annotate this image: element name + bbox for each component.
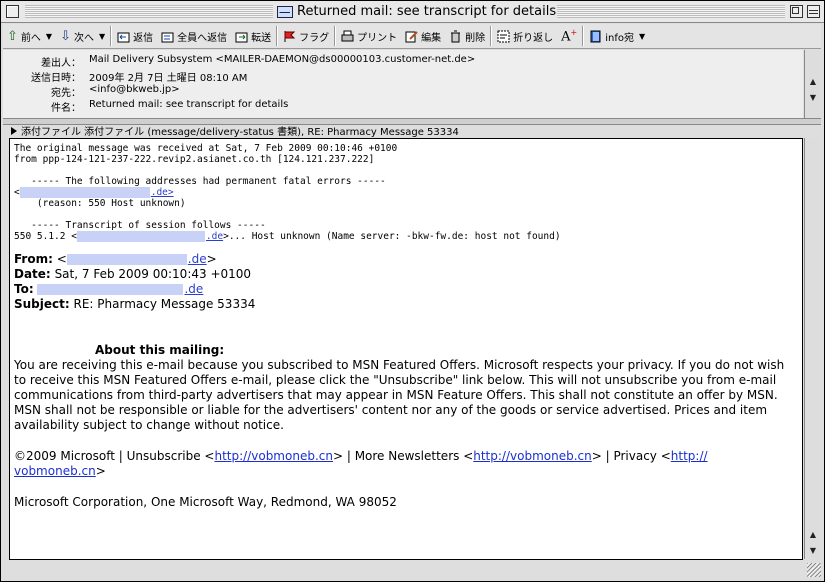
zoom-box[interactable] bbox=[790, 5, 803, 18]
transcript-line: 550 5.1.2 < .de>... Host unknown (Name se… bbox=[14, 231, 561, 242]
header-from-row: 差出人： Mail Delivery Subsystem <MAILER-DAE… bbox=[41, 54, 476, 69]
title-bar[interactable]: Returned mail: see transcript for detail… bbox=[1, 1, 824, 23]
privacy-link-cont[interactable]: vobmoneb.cn bbox=[14, 464, 96, 478]
header-to-row: 宛先： <info@bkweb.jp> bbox=[51, 84, 180, 99]
header-scrollbar[interactable]: ▲ ▼ bbox=[804, 50, 821, 118]
recipient-menu[interactable]: info宛 ▼ bbox=[585, 25, 649, 47]
failed-address-line: < .de> bbox=[14, 187, 174, 198]
bounce-line: (reason: 550 Host unknown) bbox=[14, 198, 186, 209]
up-arrow-icon: ⇧ bbox=[7, 28, 18, 44]
printer-icon bbox=[341, 30, 354, 43]
reply-all-button[interactable]: 全員へ返信 bbox=[157, 25, 231, 47]
flag-icon bbox=[283, 30, 296, 43]
inner-subject: Subject: RE: Pharmacy Message 53334 bbox=[14, 297, 256, 311]
scroll-down-arrow-icon[interactable]: ▼ bbox=[805, 543, 821, 557]
wrap-icon bbox=[497, 30, 510, 43]
newsletters-link[interactable]: http://vobmoneb.cn bbox=[473, 449, 591, 463]
resize-grip-icon[interactable] bbox=[807, 563, 821, 577]
redacted-address bbox=[76, 231, 205, 242]
font-size-button[interactable]: A+ bbox=[557, 25, 581, 47]
scroll-up-arrow-icon[interactable]: ▲ bbox=[805, 527, 821, 541]
redacted-address bbox=[19, 187, 150, 198]
redacted-address bbox=[37, 284, 184, 295]
about-paragraph: You are receiving this e-mail because yo… bbox=[14, 358, 785, 432]
inner-date: Date: Sat, 7 Feb 2009 00:10:43 +0100 bbox=[14, 267, 252, 281]
bounce-line: The original message was received at Sat… bbox=[14, 143, 398, 154]
attachment-row[interactable]: 添付ファイル 添付ファイル (message/delivery-status 書… bbox=[3, 124, 821, 138]
scroll-up-arrow-icon[interactable]: ▲ bbox=[805, 74, 821, 88]
bounce-line: from ppp-124-121-237-222.revip2.asianet.… bbox=[14, 154, 375, 165]
next-button[interactable]: ⇩ 次へ ▼ bbox=[56, 25, 109, 47]
inner-to: To: .de bbox=[14, 282, 204, 296]
flag-button[interactable]: フラグ bbox=[279, 25, 333, 47]
body-scrollbar[interactable]: ▲ ▼ bbox=[804, 138, 821, 559]
forward-icon bbox=[235, 30, 248, 43]
dropdown-triangle-icon[interactable]: ▼ bbox=[46, 32, 52, 41]
window-title: Returned mail: see transcript for detail… bbox=[277, 4, 556, 19]
delete-button[interactable]: 削除 bbox=[445, 25, 489, 47]
message-header: 差出人： Mail Delivery Subsystem <MAILER-DAE… bbox=[3, 50, 803, 118]
disclosure-triangle-icon[interactable] bbox=[11, 126, 17, 135]
inner-from: From: < .de> bbox=[14, 252, 217, 266]
collapse-box[interactable] bbox=[807, 5, 820, 18]
reply-all-icon bbox=[161, 30, 174, 43]
prev-button[interactable]: ⇧ 前へ ▼ bbox=[3, 25, 56, 47]
unsubscribe-link[interactable]: http://vobmoneb.cn bbox=[214, 449, 332, 463]
status-bar bbox=[3, 562, 821, 578]
trash-icon bbox=[449, 30, 462, 43]
wrap-button[interactable]: 折り返し bbox=[493, 25, 557, 47]
mail-icon bbox=[277, 5, 293, 18]
reply-button[interactable]: 返信 bbox=[113, 25, 157, 47]
print-button[interactable]: プリント bbox=[337, 25, 401, 47]
down-arrow-icon: ⇩ bbox=[60, 28, 71, 44]
close-box[interactable] bbox=[6, 5, 19, 18]
message-body[interactable]: The original message was received at Sat… bbox=[9, 138, 803, 560]
font-size-icon: A+ bbox=[561, 27, 578, 45]
bounce-line: ----- The following addresses had perman… bbox=[14, 176, 386, 187]
about-heading: About this mailing: bbox=[95, 343, 225, 357]
dropdown-triangle-icon[interactable]: ▼ bbox=[99, 32, 105, 41]
book-icon bbox=[589, 30, 602, 43]
redacted-address bbox=[66, 254, 187, 265]
forward-button[interactable]: 転送 bbox=[231, 25, 275, 47]
edit-icon bbox=[405, 30, 418, 43]
bounce-line: ----- Transcript of session follows ----… bbox=[14, 220, 266, 231]
privacy-link[interactable]: http:// bbox=[671, 449, 708, 463]
edit-button[interactable]: 編集 bbox=[401, 25, 445, 47]
company-address: Microsoft Corporation, One Microsoft Way… bbox=[14, 495, 397, 509]
toolbar: ⇧ 前へ ▼ ⇩ 次へ ▼ 返信 全員へ返信 転送 フラグ プリント 編集 削除… bbox=[3, 24, 821, 49]
header-date-row: 送信日時： 2009年 2月 7日 土曜日 08:10 AM bbox=[31, 73, 248, 84]
mail-window: Returned mail: see transcript for detail… bbox=[0, 0, 825, 582]
scroll-down-arrow-icon[interactable]: ▼ bbox=[805, 90, 821, 104]
dropdown-triangle-icon[interactable]: ▼ bbox=[639, 32, 645, 41]
header-subject-row: 件名： Returned mail: see transcript for de… bbox=[51, 99, 289, 114]
footer-links: ©2009 Microsoft | Unsubscribe <http://vo… bbox=[14, 449, 708, 478]
reply-icon bbox=[117, 30, 130, 43]
